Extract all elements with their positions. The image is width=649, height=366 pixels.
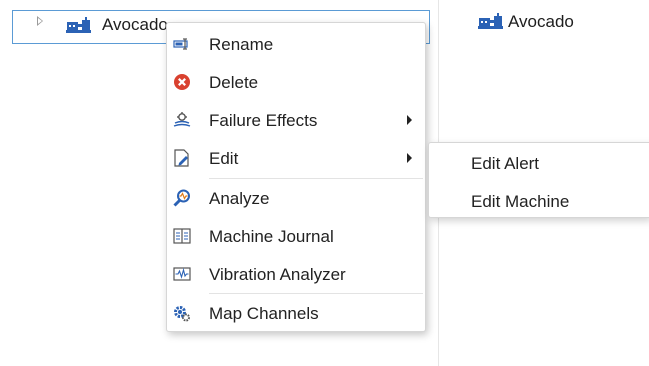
menu-item-label: Machine Journal — [209, 227, 334, 246]
submenu-item-edit-machine[interactable]: Edit Machine — [429, 182, 649, 220]
submenu-item-label: Edit Alert — [471, 154, 540, 173]
menu-item-map-channels[interactable]: Map Channels — [167, 294, 425, 332]
details-title: Avocado — [508, 12, 574, 31]
submenu-item-edit-alert[interactable]: Edit Alert — [429, 144, 649, 182]
expand-arrow-icon[interactable] — [37, 16, 43, 26]
journal-icon — [173, 228, 191, 244]
menu-item-edit[interactable]: Edit — [167, 139, 425, 177]
machine-icon — [66, 17, 91, 33]
context-menu: Rename Delete Failure Effects Edit Analy… — [166, 22, 426, 332]
menu-item-label: Edit — [209, 149, 239, 168]
menu-item-label: Analyze — [209, 189, 270, 208]
machine-icon — [478, 13, 503, 29]
map-channels-icon — [174, 306, 190, 322]
tree-node-label[interactable]: Avocado — [102, 15, 168, 35]
submenu-item-label: Edit Machine — [471, 192, 570, 211]
menu-item-rename[interactable]: Rename — [167, 25, 425, 63]
menu-item-label: Vibration Analyzer — [209, 265, 346, 284]
submenu-arrow-icon — [407, 115, 412, 125]
rename-icon — [173, 38, 188, 50]
menu-item-vibration-analyzer[interactable]: Vibration Analyzer — [167, 255, 425, 293]
menu-item-analyze[interactable]: Analyze — [167, 179, 425, 217]
menu-item-failure-effects[interactable]: Failure Effects — [167, 101, 425, 139]
menu-item-label: Delete — [209, 73, 259, 92]
menu-item-machine-journal[interactable]: Machine Journal — [167, 217, 425, 255]
menu-item-label: Rename — [209, 35, 274, 54]
analyze-icon — [173, 189, 190, 207]
vibration-icon — [173, 267, 191, 281]
delete-icon — [174, 74, 190, 90]
failure-effects-icon — [173, 112, 191, 127]
edit-submenu: Edit Alert Edit Machine — [428, 142, 649, 218]
menu-item-label: Map Channels — [209, 304, 319, 323]
edit-icon — [174, 149, 189, 167]
submenu-arrow-icon — [407, 153, 412, 163]
menu-item-label: Failure Effects — [209, 111, 318, 130]
menu-item-delete[interactable]: Delete — [167, 63, 425, 101]
